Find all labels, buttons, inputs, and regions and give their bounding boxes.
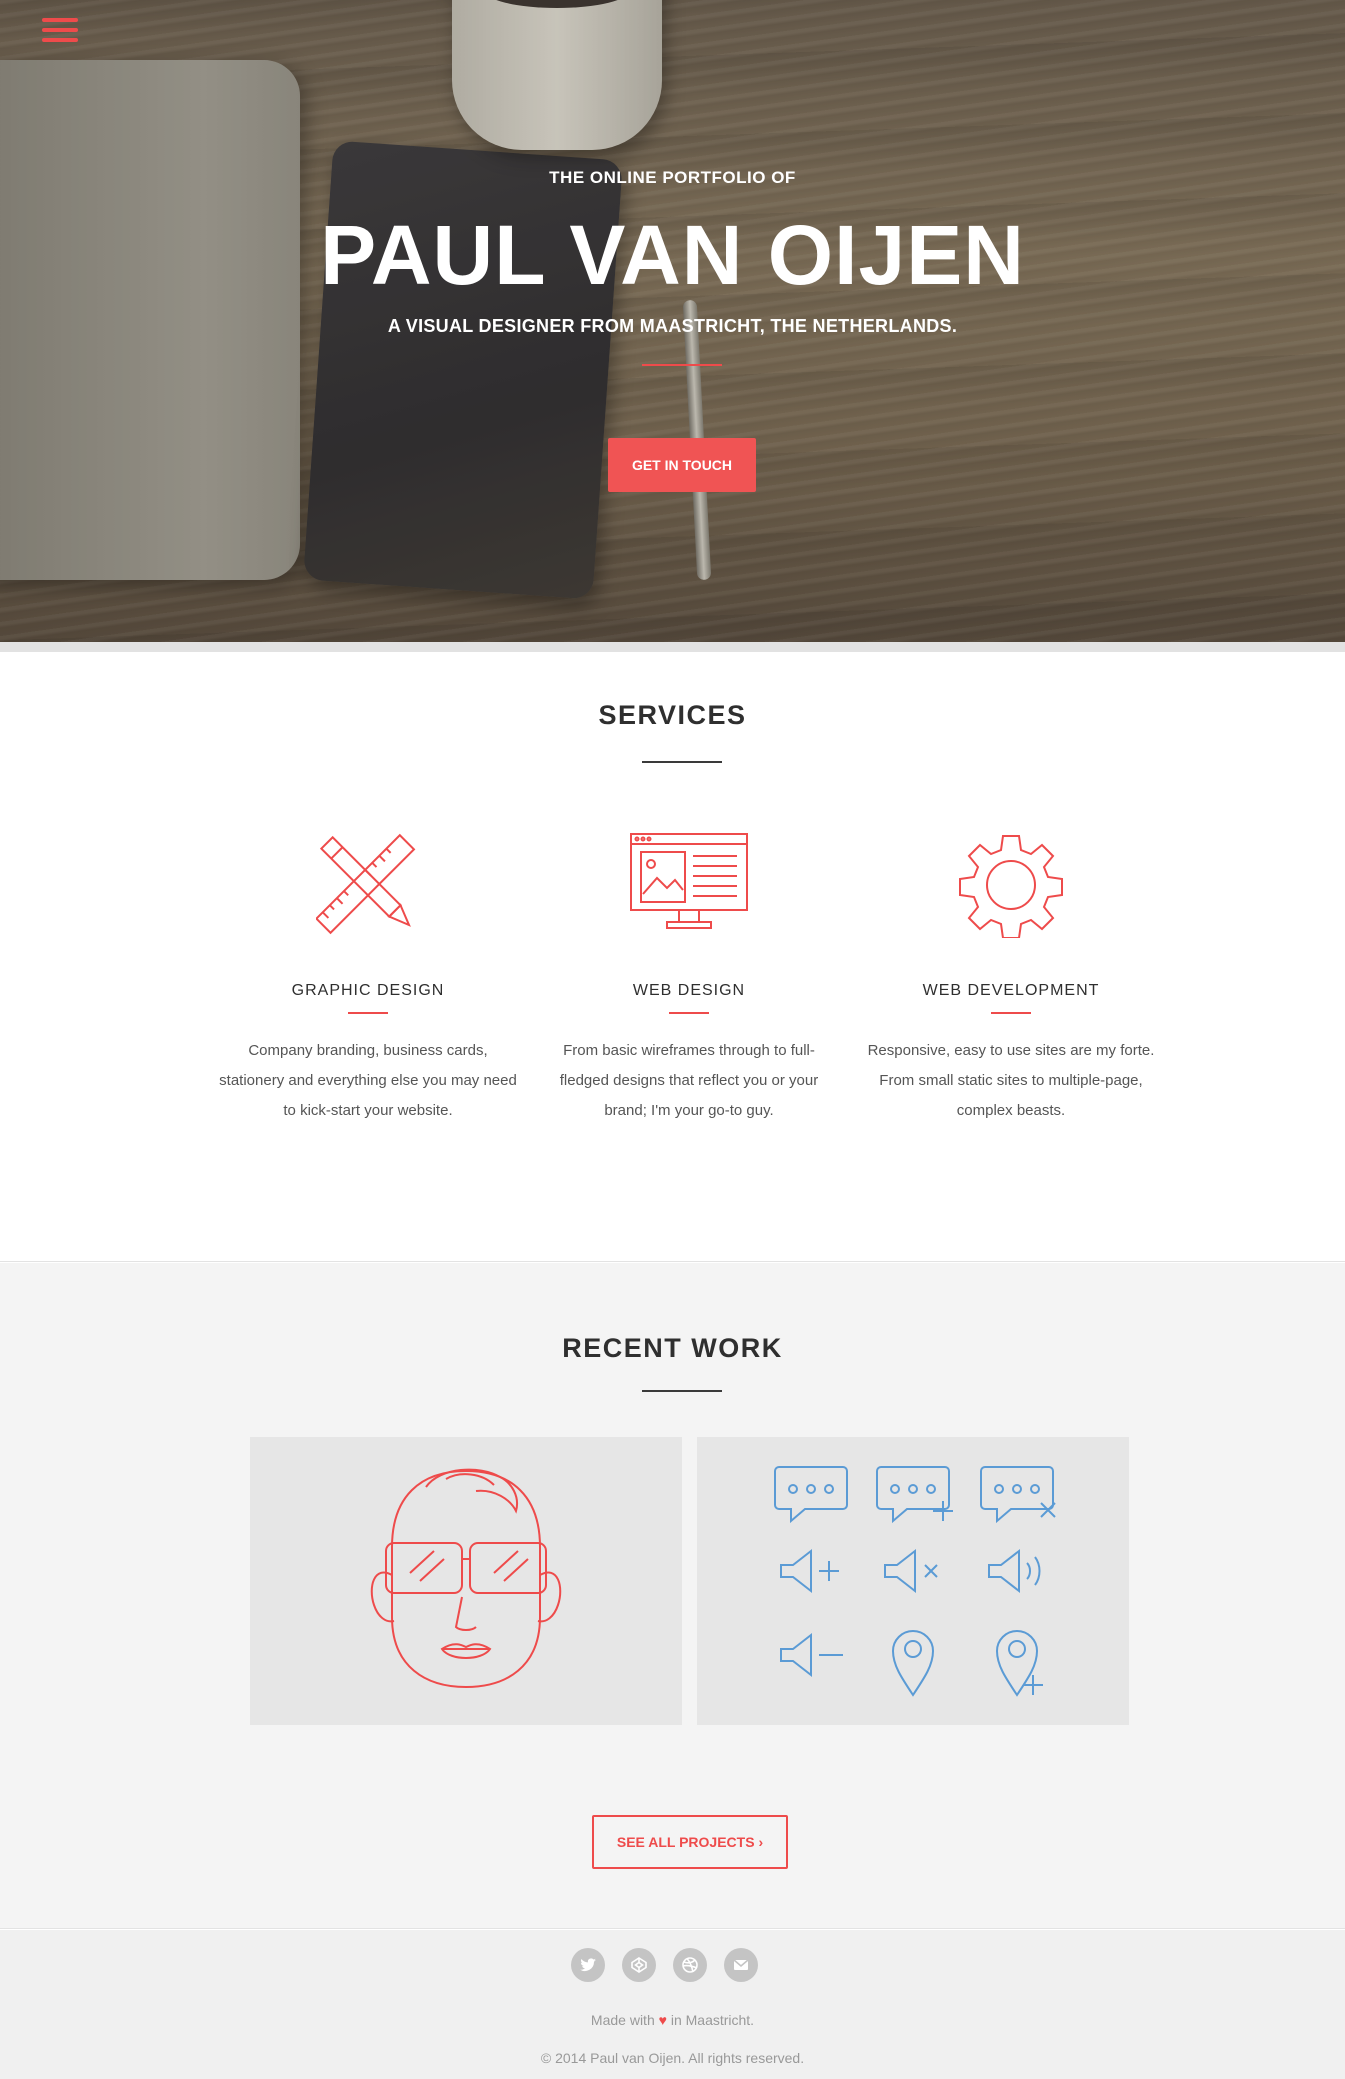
map-pin-add-icon	[995, 1630, 1043, 1697]
email-icon[interactable]	[724, 1948, 758, 1982]
volume-up-icon	[780, 1548, 839, 1594]
portrait-illustration	[370, 1468, 562, 1689]
twitter-icon[interactable]	[571, 1948, 605, 1982]
hero-title: PAUL VAN OIJEN	[320, 208, 1025, 302]
service-description: Responsive, easy to use sites are my for…	[867, 1042, 1155, 1119]
volume-down-icon	[780, 1632, 843, 1678]
chat-remove-icon	[980, 1466, 1056, 1524]
recent-work-title: RECENT WORK	[562, 1333, 783, 1363]
gear-icon	[861, 832, 1161, 942]
volume-loud-icon	[988, 1548, 1041, 1594]
see-all-projects-button[interactable]: SEE ALL PROJECTS ›	[592, 1815, 788, 1869]
service-divider	[669, 1012, 709, 1014]
service-divider	[348, 1012, 388, 1014]
recent-work-divider	[642, 1390, 722, 1392]
dribbble-icon[interactable]	[673, 1948, 707, 1982]
services-divider	[642, 761, 722, 763]
service-title: GRAPHIC DESIGN	[291, 982, 445, 999]
hero-subtitle: A VISUAL DESIGNER FROM MAASTRICHT, THE N…	[387, 316, 958, 336]
footer: Made with ♥ in Maastricht. © 2014 Paul v…	[0, 1930, 1345, 2079]
copyright-text: © 2014 Paul van Oijen. All rights reserv…	[540, 2050, 805, 2066]
service-title: WEB DEVELOPMENT	[922, 982, 1100, 999]
pencil-ruler-icon	[218, 832, 518, 942]
hero-kicker: THE ONLINE PORTFOLIO OF	[549, 168, 796, 187]
social-links	[0, 1948, 1345, 1984]
project-card-icon-set[interactable]	[697, 1437, 1129, 1725]
codepen-icon[interactable]	[622, 1948, 656, 1982]
get-in-touch-button[interactable]: GET IN TOUCH	[608, 438, 756, 492]
service-description: From basic wireframes through to full-fl…	[559, 1042, 819, 1119]
service-title: WEB DESIGN	[632, 982, 746, 999]
map-pin-icon	[891, 1630, 935, 1697]
volume-mute-icon	[884, 1548, 938, 1594]
services-title: SERVICES	[598, 700, 747, 730]
hero-section: THE ONLINE PORTFOLIO OF PAUL VAN OIJEN A…	[0, 0, 1345, 642]
browser-window-icon	[539, 832, 839, 942]
project-card-portrait[interactable]	[250, 1437, 682, 1725]
chat-icon	[774, 1466, 848, 1524]
service-divider	[991, 1012, 1031, 1014]
services-section: SERVICES GRAPHIC DESIGN Company branding…	[0, 652, 1345, 1262]
made-prefix: Made with	[590, 2012, 655, 2028]
made-suffix: in Maastricht.	[670, 2012, 755, 2028]
recent-work-section: RECENT WORK SEE ALL PROJECTS ›	[0, 1263, 1345, 1929]
chat-add-icon	[876, 1466, 953, 1524]
chevron-right-icon: ›	[758, 1834, 764, 1850]
icon-set-illustration	[774, 1466, 1056, 1697]
hero-bottom-bar	[0, 642, 1345, 652]
see-all-projects-label: SEE ALL PROJECTS	[616, 1834, 755, 1850]
service-description: Company branding, business cards, statio…	[219, 1042, 517, 1119]
heart-icon: ♥	[658, 2012, 667, 2028]
made-with-text: Made with ♥ in Maastricht.	[0, 2012, 1345, 2028]
hamburger-menu-icon[interactable]	[42, 18, 78, 46]
hero-divider	[642, 364, 722, 366]
